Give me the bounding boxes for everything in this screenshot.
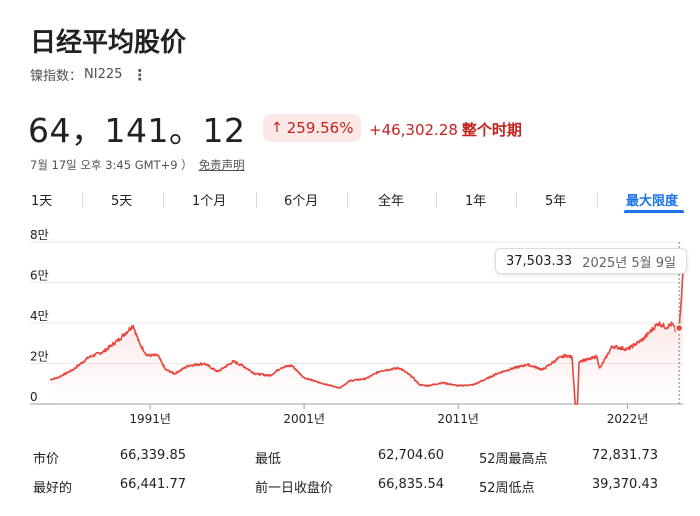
tab-6m[interactable]: 6个月 (284, 190, 318, 209)
tab-1m[interactable]: 1个月 (192, 190, 226, 209)
tab-ytd[interactable]: 全年 (378, 190, 404, 209)
x-tick-label: 2022년 (607, 412, 649, 426)
tab-1d[interactable]: 1天 (31, 190, 52, 209)
stat-value-52w-high: 72,831.73 (591, 448, 658, 463)
x-tick-label: 2001년 (283, 412, 325, 426)
y-tick-label: 2만 (30, 350, 49, 364)
arrow-up-icon: ↑ (271, 120, 283, 136)
tab-max[interactable]: 最大限度 (626, 190, 678, 209)
change-absolute: +46,302.28 (369, 121, 458, 139)
series-area (50, 269, 683, 404)
tooltip-date: 2025년 5월 9일 (582, 255, 676, 271)
tooltip-value: 37,503.33 (506, 253, 573, 269)
tab-divider (256, 192, 257, 208)
tab-5y[interactable]: 5年 (545, 190, 566, 209)
stat-label-52w-low: 52周低点 (479, 481, 535, 496)
stats-row: 市价 66,339.85 最低 62,704.60 52周最高点 72,831.… (0, 448, 700, 472)
index-subtitle: 镍指数： NI225 ⋮ (30, 65, 147, 84)
change-percent-badge: ↑ 259.56% (263, 114, 362, 142)
y-tick-label: 6만 (30, 269, 49, 283)
stat-value-prev-close: 66,835.54 (377, 477, 444, 492)
stat-value-52w-low: 39,370.43 (591, 477, 658, 492)
current-price: 64，141。12 (28, 111, 246, 150)
stat-label-low: 最低 (255, 452, 282, 467)
tab-5d[interactable]: 5天 (111, 190, 132, 209)
tab-divider (347, 192, 348, 208)
hover-point (674, 323, 684, 333)
tab-divider (516, 192, 517, 208)
range-tabs: 1天 5天 1个月 6个月 全年 1年 5年 最大限度 (0, 186, 700, 213)
period-label: 整个时期 (461, 121, 522, 139)
stat-label-prev-close: 前一日收盘价 (255, 481, 334, 496)
chart-tooltip: 37,503.33 2025년 5월 9일 (495, 248, 687, 274)
y-tick-label: 4만 (30, 309, 49, 323)
tab-divider (597, 192, 598, 208)
tab-divider (163, 192, 164, 208)
stat-value-market-price: 66,339.85 (119, 448, 186, 463)
stat-label-52w-high: 52周最高点 (479, 452, 548, 467)
y-tick-label: 0 (30, 390, 38, 404)
stats-row: 最好的 66,441.77 前一日收盘价 66,835.54 52周低点 39,… (0, 477, 700, 501)
tab-1y[interactable]: 1年 (465, 190, 486, 209)
disclaimer-link[interactable]: 免责声明 (199, 158, 245, 172)
change-absolute-row: +46,302.28 整个时期 (369, 119, 522, 140)
more-vert-icon[interactable]: ⋮ (132, 67, 147, 82)
tab-divider (436, 192, 437, 208)
stat-value-low: 62,704.60 (377, 448, 444, 463)
x-tick-label: 2011년 (437, 412, 479, 426)
stat-label-best: 最好的 (33, 481, 73, 496)
stat-value-best: 66,441.77 (119, 477, 186, 492)
active-tab-indicator (624, 210, 684, 213)
index-label: 镍指数： (30, 69, 83, 84)
change-percent: 259.56% (286, 119, 354, 137)
stat-label-market-price: 市价 (33, 452, 60, 467)
quote-timestamp: 7월 17일 오후 3:45 GMT+9 ） (30, 158, 193, 172)
ticker-symbol: NI225 (84, 67, 123, 82)
page-title: 日经平均股价 (30, 28, 187, 58)
quote-timestamp-row: 7월 17일 오후 3:45 GMT+9 ） 免责声明 (30, 157, 245, 173)
x-tick-label: 1991년 (129, 412, 171, 426)
tab-divider (82, 192, 83, 208)
y-tick-label: 8만 (30, 228, 49, 242)
